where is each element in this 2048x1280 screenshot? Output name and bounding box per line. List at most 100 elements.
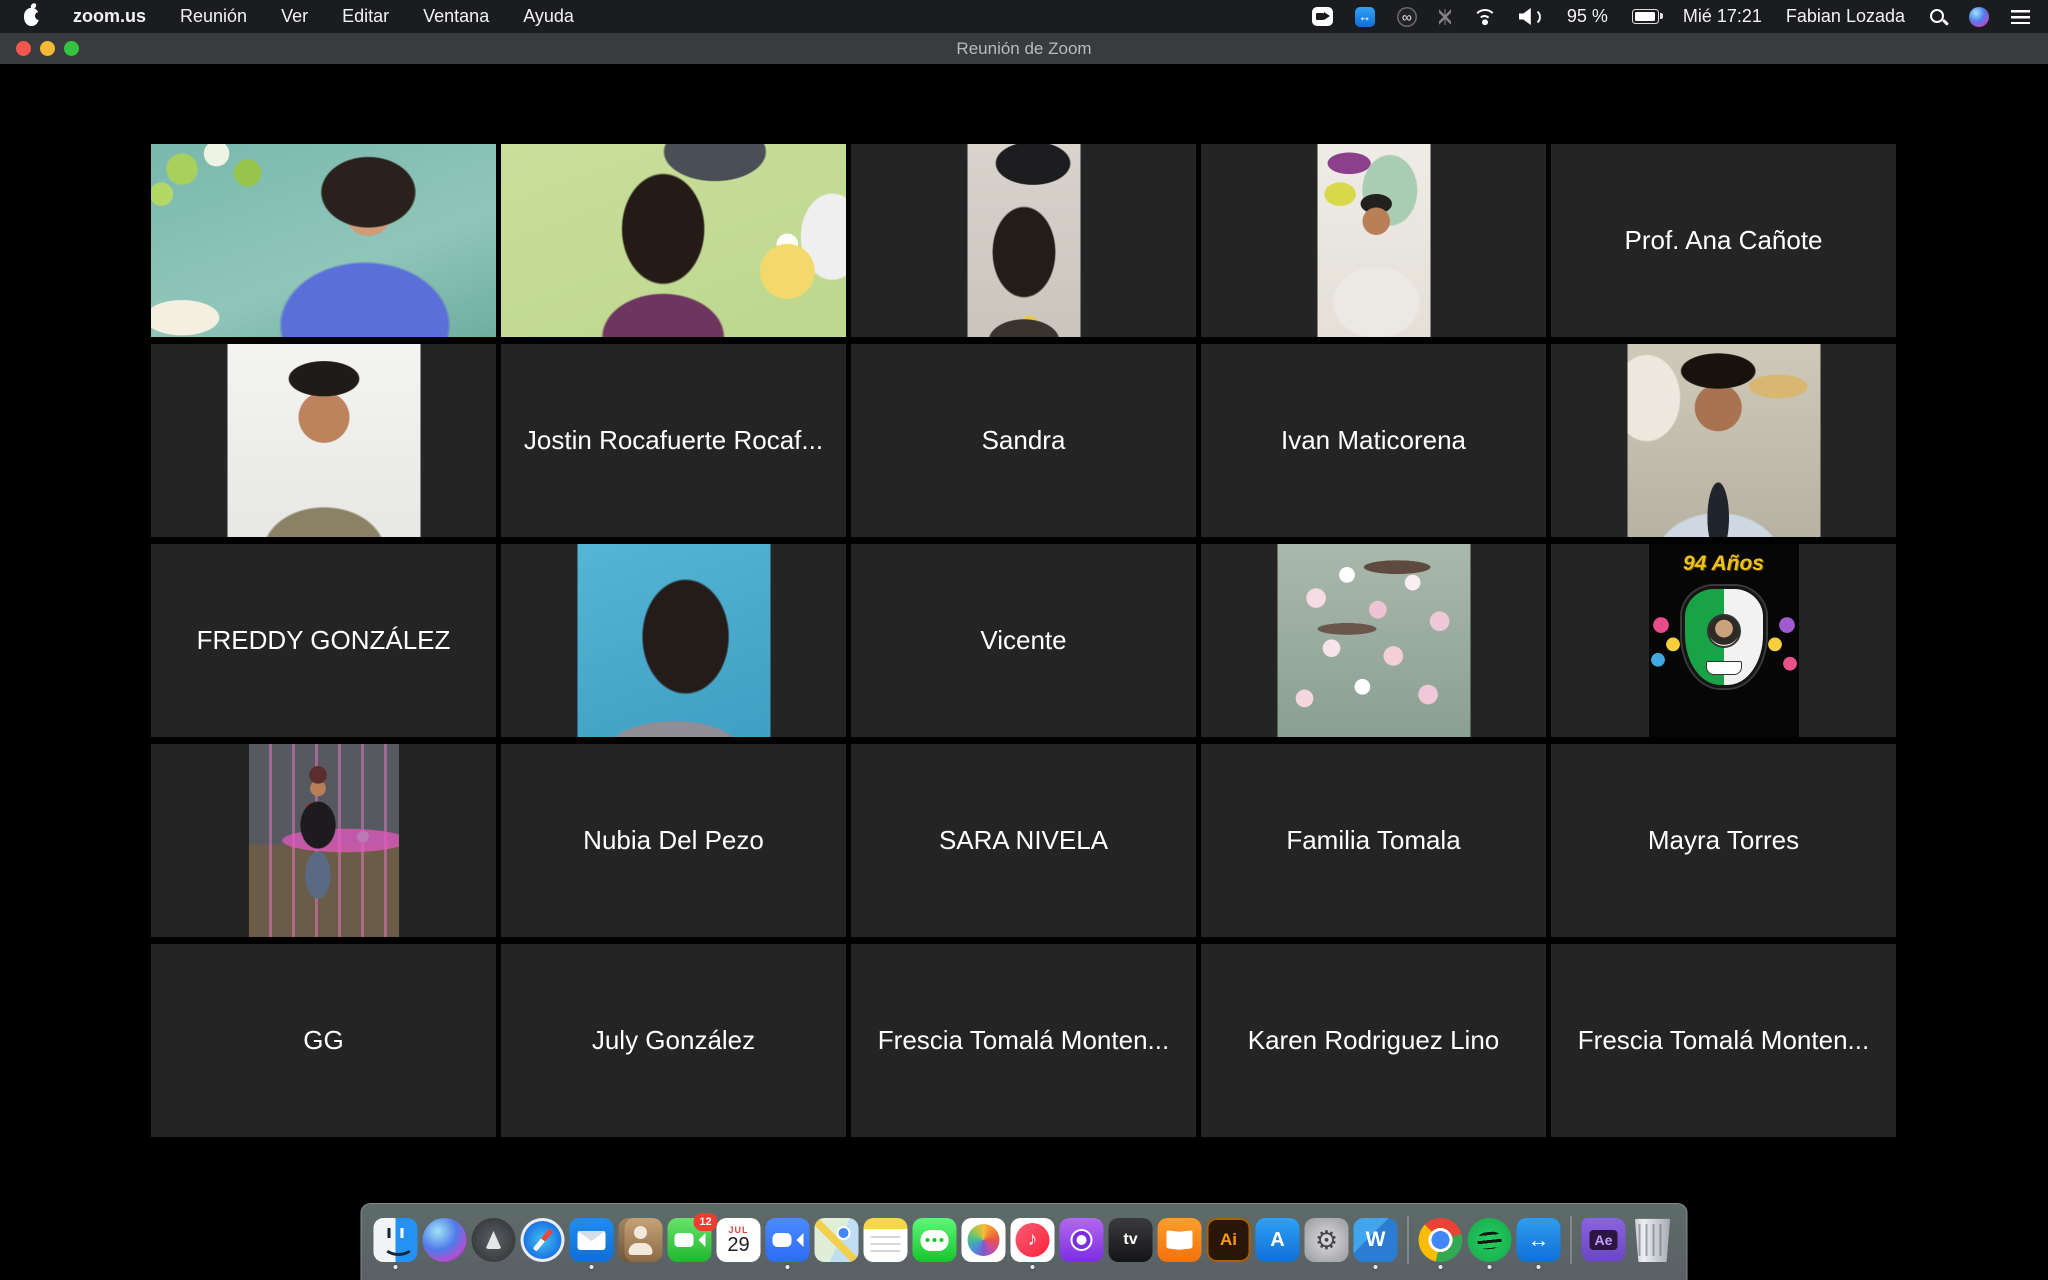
apple-menu-icon[interactable]: [24, 8, 39, 26]
bluetooth-icon[interactable]: [1439, 9, 1451, 25]
participant-tile-r2c5[interactable]: [1551, 344, 1896, 537]
participant-tile-jostin-rocafuerte-rocaf[interactable]: Jostin Rocafuerte Rocaf...: [501, 344, 846, 537]
participant-tile-prof-ana-canote[interactable]: Prof. Ana Cañote: [1551, 144, 1896, 337]
system-preferences-icon[interactable]: ⚙: [1305, 1218, 1349, 1262]
participant-tile-r3c4[interactable]: [1201, 544, 1546, 737]
participant-tile-r1c1[interactable]: [151, 144, 496, 337]
calendar-icon[interactable]: JUL29: [717, 1218, 761, 1262]
dock-item-spotify[interactable]: [1468, 1218, 1512, 1262]
participant-tile-nubia-del-pezo[interactable]: Nubia Del Pezo: [501, 744, 846, 937]
zoom-icon[interactable]: [766, 1218, 810, 1262]
dock-item-teamviewer[interactable]: ↔: [1517, 1218, 1561, 1262]
dock-item-facetime[interactable]: 12: [668, 1218, 712, 1262]
dock-item-launchpad[interactable]: [472, 1218, 516, 1262]
dock-item-zoom[interactable]: [766, 1218, 810, 1262]
user-name-label[interactable]: Fabian Lozada: [1786, 6, 1905, 27]
podcasts-icon[interactable]: [1060, 1218, 1104, 1262]
participant-tile-frescia-tomala-monten[interactable]: Frescia Tomalá Monten...: [1551, 944, 1896, 1137]
dock-item-maps[interactable]: [815, 1218, 859, 1262]
participant-tile-july-gonzalez[interactable]: July González: [501, 944, 846, 1137]
dock-item-word[interactable]: W: [1354, 1218, 1398, 1262]
music-icon[interactable]: ♪: [1011, 1218, 1055, 1262]
trash-icon[interactable]: [1631, 1218, 1675, 1262]
dock-item-illustrator[interactable]: Ai: [1207, 1218, 1251, 1262]
contacts-icon[interactable]: [619, 1218, 663, 1262]
dock-item-siri[interactable]: [423, 1218, 467, 1262]
finder-icon[interactable]: [374, 1218, 418, 1262]
after-effects-folder-icon[interactable]: Ae: [1582, 1218, 1626, 1262]
participant-tile-r1c4[interactable]: [1201, 144, 1546, 337]
dock-item-messages[interactable]: [913, 1218, 957, 1262]
dock-item-music[interactable]: ♪: [1011, 1218, 1055, 1262]
video-camera-icon[interactable]: [1312, 7, 1333, 26]
minimize-window-button[interactable]: [40, 41, 55, 56]
participant-tile-frescia-tomala-monten[interactable]: Frescia Tomalá Monten...: [851, 944, 1196, 1137]
menu-editar[interactable]: Editar: [342, 6, 389, 27]
spotify-icon[interactable]: [1468, 1218, 1512, 1262]
word-icon[interactable]: W: [1354, 1218, 1398, 1262]
dock-item-books[interactable]: [1158, 1218, 1202, 1262]
teamviewer-icon[interactable]: ↔: [1355, 7, 1375, 27]
spotlight-search-icon[interactable]: [1929, 8, 1947, 26]
notification-list-icon[interactable]: [2011, 10, 2030, 24]
dock-item-appletv[interactable]: tv: [1109, 1218, 1153, 1262]
dock-item-notes[interactable]: [864, 1218, 908, 1262]
messages-icon[interactable]: [913, 1218, 957, 1262]
notes-icon[interactable]: [864, 1218, 908, 1262]
dock-item-appstore[interactable]: A: [1256, 1218, 1300, 1262]
dock-item-safari[interactable]: [521, 1218, 565, 1262]
participant-tile-ivan-maticorena[interactable]: Ivan Maticorena: [1201, 344, 1546, 537]
maps-icon[interactable]: [815, 1218, 859, 1262]
menu-app-name[interactable]: zoom.us: [73, 6, 146, 27]
participant-tile-r2c1[interactable]: [151, 344, 496, 537]
siri-icon[interactable]: [423, 1218, 467, 1262]
dock-item-photos[interactable]: [962, 1218, 1006, 1262]
illustrator-icon[interactable]: Ai: [1207, 1218, 1251, 1262]
chrome-icon[interactable]: [1419, 1218, 1463, 1262]
participant-tile-r3c5[interactable]: 94 Años: [1551, 544, 1896, 737]
siri-icon[interactable]: [1969, 7, 1989, 27]
close-window-button[interactable]: [16, 41, 31, 56]
appletv-icon[interactable]: tv: [1109, 1218, 1153, 1262]
menu-ver[interactable]: Ver: [281, 6, 308, 27]
dock-item-system-preferences[interactable]: ⚙: [1305, 1218, 1349, 1262]
participant-tile-gg[interactable]: GG: [151, 944, 496, 1137]
battery-icon[interactable]: [1632, 9, 1659, 24]
mail-icon[interactable]: [570, 1218, 614, 1262]
zoom-window-button[interactable]: [64, 41, 79, 56]
participant-tile-sara-nivela[interactable]: SARA NIVELA: [851, 744, 1196, 937]
dock-item-mail[interactable]: [570, 1218, 614, 1262]
adobe-creative-cloud-icon[interactable]: ∞: [1397, 7, 1417, 27]
dock-item-finder[interactable]: [374, 1218, 418, 1262]
launchpad-icon[interactable]: [472, 1218, 516, 1262]
photos-icon[interactable]: [962, 1218, 1006, 1262]
dock-item-after-effects-folder[interactable]: Ae: [1582, 1218, 1626, 1262]
appstore-glyph: A: [1270, 1229, 1284, 1252]
participant-tile-mayra-torres[interactable]: Mayra Torres: [1551, 744, 1896, 937]
participant-tile-familia-tomala[interactable]: Familia Tomala: [1201, 744, 1546, 937]
participant-tile-sandra[interactable]: Sandra: [851, 344, 1196, 537]
teamviewer-icon[interactable]: ↔: [1517, 1218, 1561, 1262]
participant-tile-r3c2[interactable]: [501, 544, 846, 737]
dock-item-trash[interactable]: [1631, 1218, 1675, 1262]
books-icon[interactable]: [1158, 1218, 1202, 1262]
dock-item-podcasts[interactable]: [1060, 1218, 1104, 1262]
wifi-icon[interactable]: [1473, 8, 1497, 25]
participant-tile-r1c2[interactable]: [501, 144, 846, 337]
window-title-bar[interactable]: Reunión de Zoom: [0, 33, 2048, 64]
appstore-icon[interactable]: A: [1256, 1218, 1300, 1262]
participant-tile-freddy-gonzalez[interactable]: FREDDY GONZÁLEZ: [151, 544, 496, 737]
participant-tile-r1c3[interactable]: [851, 144, 1196, 337]
dock-item-chrome[interactable]: [1419, 1218, 1463, 1262]
dock-item-calendar[interactable]: JUL29: [717, 1218, 761, 1262]
participant-tile-karen-rodriguez-lino[interactable]: Karen Rodriguez Lino: [1201, 944, 1546, 1137]
participant-tile-r4c1[interactable]: [151, 744, 496, 937]
dock-item-contacts[interactable]: [619, 1218, 663, 1262]
menu-ayuda[interactable]: Ayuda: [523, 6, 574, 27]
safari-icon[interactable]: [521, 1218, 565, 1262]
participant-tile-vicente[interactable]: Vicente: [851, 544, 1196, 737]
volume-icon[interactable]: [1519, 8, 1543, 25]
menu-ventana[interactable]: Ventana: [423, 6, 489, 27]
clock-label[interactable]: Mié 17:21: [1683, 6, 1762, 27]
menu-reunion[interactable]: Reunión: [180, 6, 247, 27]
